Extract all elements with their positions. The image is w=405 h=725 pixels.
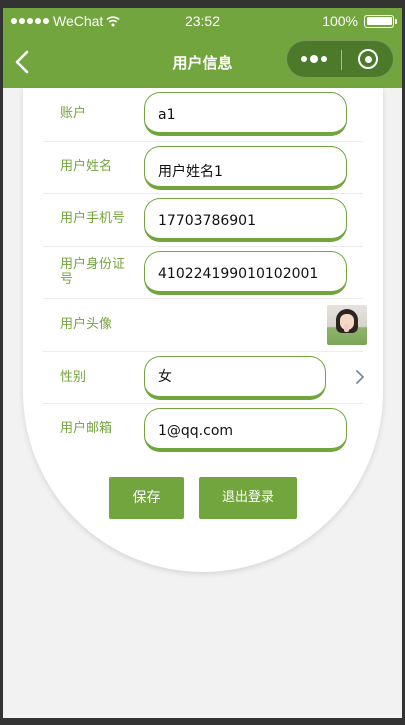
device-frame-bottom [0, 718, 405, 725]
email-field[interactable]: 1@qq.com [144, 408, 347, 452]
row-gender: 性别 女 [43, 352, 366, 404]
account-field[interactable]: a1 [144, 92, 347, 136]
battery-percent: 100% [322, 13, 358, 29]
device-frame-left [0, 0, 3, 725]
mini-program-capsule [286, 40, 394, 78]
row-label: 性别 [60, 370, 87, 385]
save-button[interactable]: 保存 [109, 477, 184, 519]
gender-select[interactable]: 女 [144, 356, 326, 400]
row-account: 账户 a1 [43, 88, 363, 142]
row-label: 用户邮箱 [60, 421, 113, 436]
row-phone: 用户手机号 17703786901 [43, 194, 363, 247]
row-id-number: 用户身份证号 410224199010102001 [43, 247, 363, 299]
chevron-right-icon[interactable] [354, 369, 366, 385]
user-name-field[interactable]: 用户姓名1 [144, 146, 347, 190]
row-email: 用户邮箱 1@qq.com [43, 404, 363, 456]
row-label: 账户 [60, 106, 87, 121]
status-right: 100% [322, 13, 397, 29]
row-label: 用户手机号 [60, 211, 126, 226]
status-bar: WeChat 23:52 100% [3, 8, 402, 36]
row-user-name: 用户姓名 用户姓名1 [43, 142, 363, 194]
device-frame-top [0, 0, 405, 8]
row-label: 用户姓名 [60, 159, 113, 174]
more-dots-icon[interactable] [287, 41, 341, 77]
nav-bar: 用户信息 [3, 36, 402, 88]
row-avatar: 用户头像 [43, 299, 367, 352]
user-info-card: 账户 a1 用户姓名 用户姓名1 用户手机号 17703786901 用户身份证… [23, 88, 383, 572]
id-number-field[interactable]: 410224199010102001 [144, 251, 347, 295]
logout-button[interactable]: 退出登录 [199, 477, 297, 519]
target-close-icon[interactable] [342, 41, 394, 77]
phone-field[interactable]: 17703786901 [144, 198, 347, 242]
row-label: 用户身份证号 [60, 257, 126, 287]
avatar[interactable] [327, 305, 367, 345]
battery-icon [364, 14, 397, 28]
row-label: 用户头像 [60, 317, 113, 332]
